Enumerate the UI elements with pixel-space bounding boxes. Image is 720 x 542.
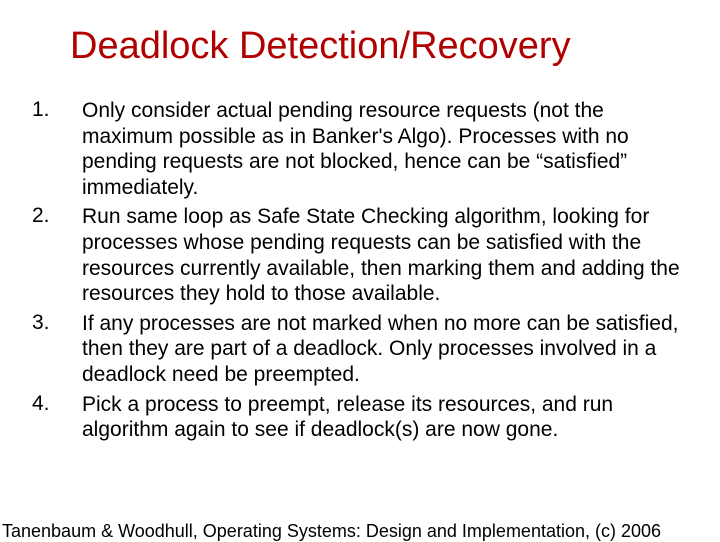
item-number: 2. xyxy=(30,204,82,228)
ordered-list: 1. Only consider actual pending resource… xyxy=(30,98,690,443)
list-item: 4. Pick a process to preempt, release it… xyxy=(30,392,690,443)
item-text: If any processes are not marked when no … xyxy=(82,311,690,388)
item-number: 1. xyxy=(30,98,82,122)
list-item: 3. If any processes are not marked when … xyxy=(30,311,690,388)
list-item: 1. Only consider actual pending resource… xyxy=(30,98,690,200)
footer-text: Tanenbaum & Woodhull, Operating Systems:… xyxy=(2,521,661,542)
slide: Deadlock Detection/Recovery 1. Only cons… xyxy=(0,0,720,540)
item-number: 3. xyxy=(30,311,82,335)
page-title: Deadlock Detection/Recovery xyxy=(70,25,690,68)
item-number: 4. xyxy=(30,392,82,416)
item-text: Pick a process to preempt, release its r… xyxy=(82,392,690,443)
item-text: Run same loop as Safe State Checking alg… xyxy=(82,204,690,306)
list-item: 2. Run same loop as Safe State Checking … xyxy=(30,204,690,306)
item-text: Only consider actual pending resource re… xyxy=(82,98,690,200)
